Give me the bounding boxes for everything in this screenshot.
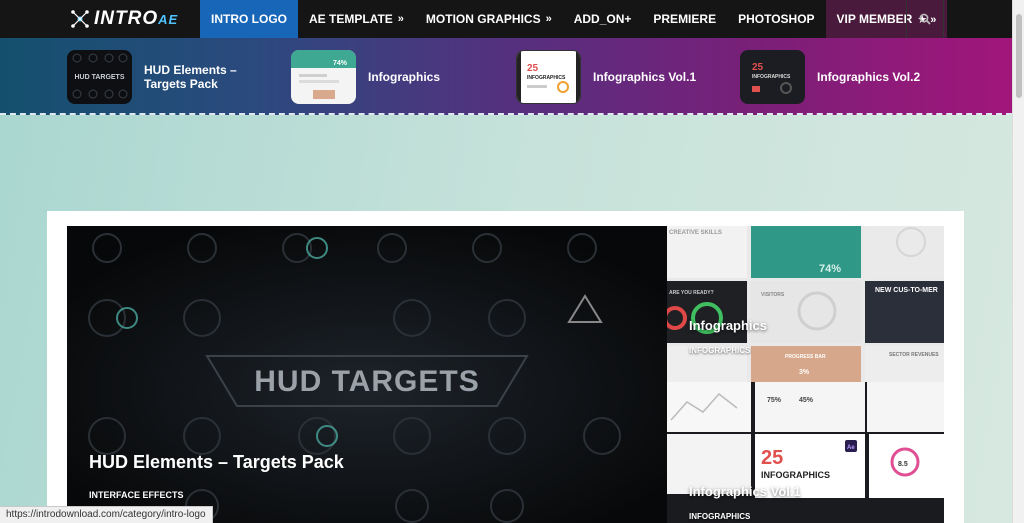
search-icon xyxy=(919,13,931,25)
featured-title: Infographics xyxy=(368,70,441,84)
svg-text:NEW CUS-TO-MER: NEW CUS-TO-MER xyxy=(875,287,938,294)
nav-ae-template[interactable]: AE TEMPLATE» xyxy=(298,0,415,38)
featured-item[interactable]: HUD TARGETS HUD Elements – Targets Pack xyxy=(67,50,274,104)
svg-text:SECTOR REVENUES: SECTOR REVENUES xyxy=(889,352,939,358)
svg-text:3%: 3% xyxy=(799,369,810,376)
hero-image: HUD TARGETS xyxy=(67,226,667,523)
thumb-hud-text: HUD TARGETS xyxy=(74,74,124,81)
svg-text:PROGRESS BAR: PROGRESS BAR xyxy=(785,354,826,360)
thumb-num: 25 xyxy=(527,63,539,74)
featured-strip: HUD TARGETS HUD Elements – Targets Pack … xyxy=(0,38,1012,115)
page-scrollbar[interactable] xyxy=(1012,0,1024,523)
svg-text:CREATIVE SKILLS: CREATIVE SKILLS xyxy=(669,230,722,236)
svg-text:8.5: 8.5 xyxy=(898,461,908,468)
search-button[interactable] xyxy=(906,0,944,38)
featured-thumbnail: 25 INFOGRAPHICS xyxy=(516,50,581,104)
thumb-percent: 74% xyxy=(333,60,348,67)
side-category[interactable]: INFOGRAPHICS xyxy=(689,512,750,521)
svg-text:74%: 74% xyxy=(819,263,841,275)
featured-title: Infographics Vol.2 xyxy=(817,70,921,84)
svg-text:INFOGRAPHICS: INFOGRAPHICS xyxy=(761,470,830,480)
side-category[interactable]: INFOGRAPHICS xyxy=(689,346,750,355)
side-image: 75% 45% 25 INFOGRAPHICS 8.5 Ae xyxy=(667,382,944,523)
svg-text:ARE YOU READY?: ARE YOU READY? xyxy=(669,290,714,296)
nav-intro-logo[interactable]: INTRO LOGO xyxy=(200,0,298,38)
featured-title: Infographics Vol.1 xyxy=(593,70,697,84)
side-title[interactable]: Infographics xyxy=(689,318,767,333)
chevron-right-icon: » xyxy=(397,13,404,25)
hero-title[interactable]: HUD Elements – Targets Pack xyxy=(89,452,344,473)
nav-motion-graphics[interactable]: MOTION GRAPHICS» xyxy=(415,0,563,38)
svg-text:45%: 45% xyxy=(799,397,814,404)
hero-category[interactable]: INTERFACE EFFECTS xyxy=(89,490,184,500)
featured-thumbnail: HUD TARGETS xyxy=(67,50,132,104)
svg-text:VISITORS: VISITORS xyxy=(761,292,785,298)
featured-item[interactable]: 74% Infographics xyxy=(291,50,498,104)
featured-item[interactable]: 25 INFOGRAPHICS Infographics Vol.1 xyxy=(516,50,723,104)
featured-thumbnail: 25 INFOGRAPHICS xyxy=(740,50,805,104)
nav-add-on[interactable]: ADD_ON+ xyxy=(563,0,643,38)
scrollbar-thumb[interactable] xyxy=(1016,14,1022,98)
featured-thumbnail: 74% xyxy=(291,50,356,104)
chevron-right-icon: » xyxy=(545,13,552,25)
side-image: CREATIVE SKILLS 74% ARE YOU READY? VISIT… xyxy=(667,226,944,382)
logo-text: INTROAE xyxy=(94,8,179,29)
logo-network-icon xyxy=(71,10,89,28)
thumb-num: 25 xyxy=(752,62,764,73)
nav-photoshop[interactable]: PHOTOSHOP xyxy=(727,0,825,38)
thumb-word: INFOGRAPHICS xyxy=(752,74,791,80)
featured-title: HUD Elements – Targets Pack xyxy=(144,63,237,91)
featured-item[interactable]: 25 INFOGRAPHICS Infographics Vol.2 xyxy=(740,50,947,104)
side-post-infographics-vol1[interactable]: 75% 45% 25 INFOGRAPHICS 8.5 Ae Infograph… xyxy=(667,382,944,523)
site-logo[interactable]: INTROAE xyxy=(0,0,200,38)
svg-text:75%: 75% xyxy=(767,397,782,404)
side-post-infographics[interactable]: CREATIVE SKILLS 74% ARE YOU READY? VISIT… xyxy=(667,226,944,382)
main-card: HUD TARGETS HUD Elements – Targets Pack … xyxy=(47,211,964,523)
hero-overlay-text: HUD TARGETS xyxy=(254,365,479,398)
hero-post[interactable]: HUD TARGETS HUD Elements – Targets Pack … xyxy=(67,226,667,523)
top-navbar: INTROAE INTRO LOGO AE TEMPLATE» MOTION G… xyxy=(0,0,1012,38)
status-bar-url: https://introdownload.com/category/intro… xyxy=(0,506,213,523)
nav-premiere[interactable]: PREMIERE xyxy=(642,0,727,38)
main-menu: INTRO LOGO AE TEMPLATE» MOTION GRAPHICS»… xyxy=(200,0,948,38)
side-title[interactable]: Infographics Vol.1 xyxy=(689,484,801,499)
svg-text:Ae: Ae xyxy=(847,445,855,451)
svg-text:25: 25 xyxy=(761,447,783,469)
thumb-word: INFOGRAPHICS xyxy=(527,75,566,81)
